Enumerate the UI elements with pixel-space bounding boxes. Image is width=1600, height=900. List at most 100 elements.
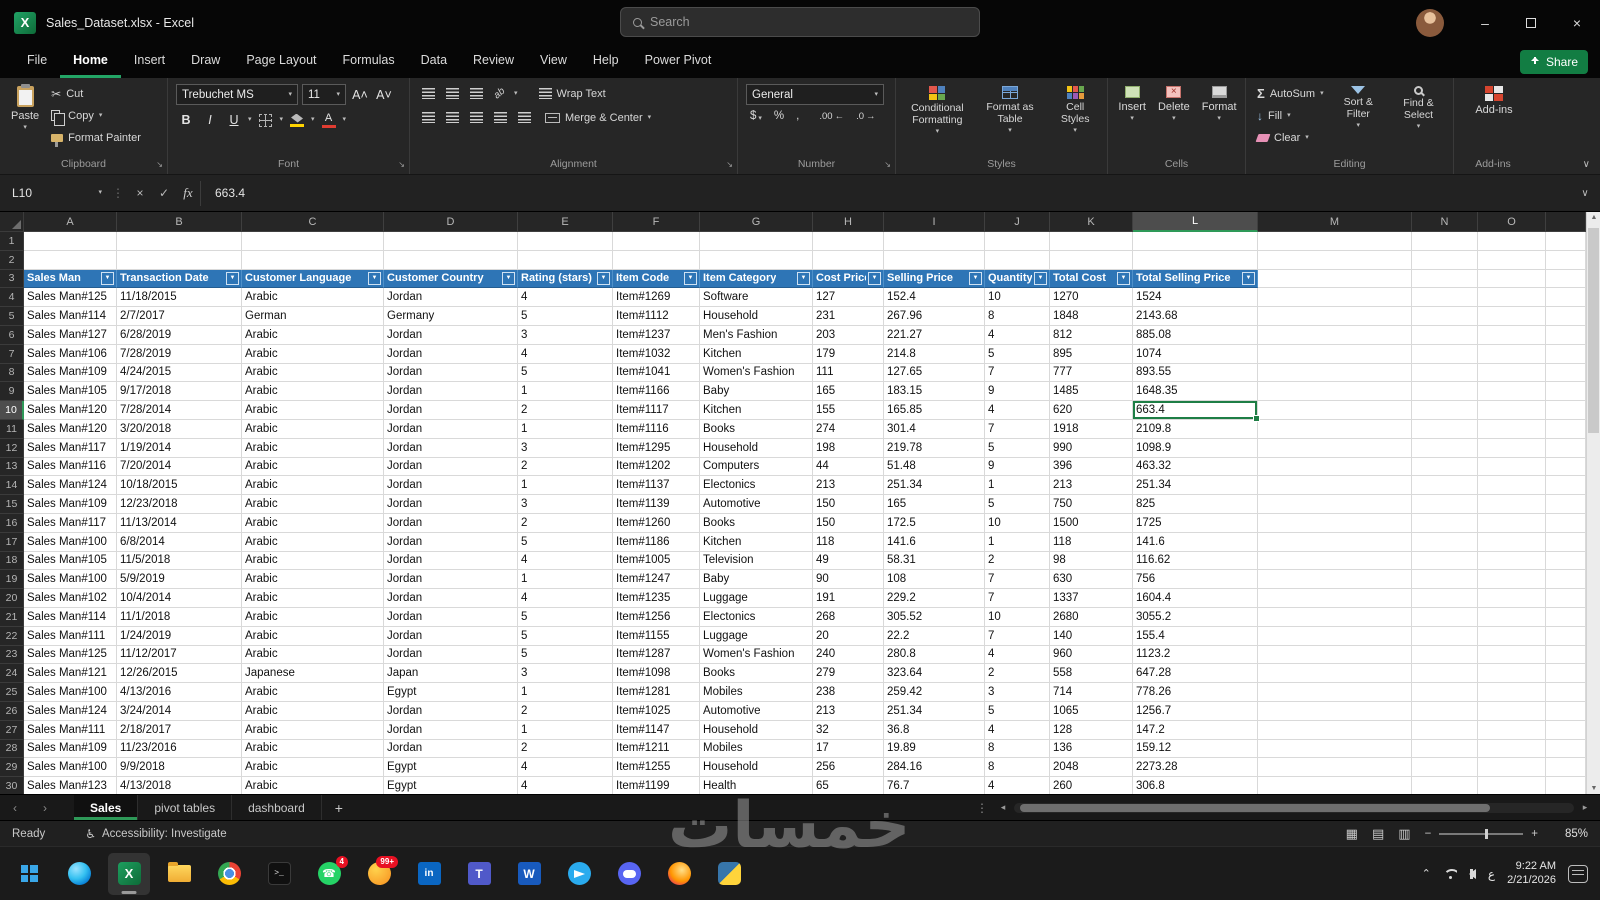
cell-E30[interactable]: 4 <box>518 777 613 794</box>
cell-D25[interactable]: Egypt <box>384 683 518 702</box>
cell-M28[interactable] <box>1258 740 1412 759</box>
cell-B22[interactable]: 1/24/2019 <box>117 627 242 646</box>
tab-file[interactable]: File <box>14 45 60 78</box>
cell-L4[interactable]: 1524 <box>1133 288 1258 307</box>
cell-H17[interactable]: 118 <box>813 533 884 552</box>
merge-center-button[interactable]: Merge & Center▾ <box>542 108 654 127</box>
italic-button[interactable]: I <box>200 110 220 130</box>
row-header-9[interactable]: 9 <box>0 382 24 401</box>
cell-B20[interactable]: 10/4/2014 <box>117 589 242 608</box>
cell-E24[interactable]: 3 <box>518 664 613 683</box>
cell-F3[interactable]: Item Code▼ <box>613 270 700 289</box>
cell-O20[interactable] <box>1478 589 1546 608</box>
cell-C24[interactable]: Japanese <box>242 664 384 683</box>
filter-button-C[interactable]: ▼ <box>368 272 381 285</box>
cell-G17[interactable]: Kitchen <box>700 533 813 552</box>
increase-font-button[interactable]: A˄ <box>350 85 370 105</box>
font-name-combo[interactable]: Trebuchet MS▾ <box>176 84 298 105</box>
cell-J23[interactable]: 4 <box>985 646 1050 665</box>
cell-H4[interactable]: 127 <box>813 288 884 307</box>
cell-O16[interactable] <box>1478 514 1546 533</box>
cell-L22[interactable]: 155.4 <box>1133 627 1258 646</box>
sheet-nav-left-icon[interactable]: ‹ <box>0 795 30 820</box>
cell-A28[interactable]: Sales Man#109 <box>24 740 117 759</box>
cell-A14[interactable]: Sales Man#124 <box>24 476 117 495</box>
cell-H5[interactable]: 231 <box>813 307 884 326</box>
cell-L9[interactable]: 1648.35 <box>1133 382 1258 401</box>
cell-M11[interactable] <box>1258 420 1412 439</box>
cell-E13[interactable]: 2 <box>518 458 613 477</box>
cell-L18[interactable]: 116.62 <box>1133 552 1258 571</box>
cell-G8[interactable]: Women's Fashion <box>700 364 813 383</box>
cell-B6[interactable]: 6/28/2019 <box>117 326 242 345</box>
cell-M26[interactable] <box>1258 702 1412 721</box>
cell-I26[interactable]: 251.34 <box>884 702 985 721</box>
filter-button-D[interactable]: ▼ <box>502 272 515 285</box>
cell-E10[interactable]: 2 <box>518 401 613 420</box>
cell-K5[interactable]: 1848 <box>1050 307 1133 326</box>
cell-M1[interactable] <box>1258 232 1412 251</box>
cell-E2[interactable] <box>518 251 613 270</box>
cell-L15[interactable]: 825 <box>1133 495 1258 514</box>
cell-F11[interactable]: Item#1116 <box>613 420 700 439</box>
cell-E8[interactable]: 5 <box>518 364 613 383</box>
cell-C17[interactable]: Arabic <box>242 533 384 552</box>
expand-formula-bar-chevron-icon[interactable]: ∨ <box>1570 188 1600 199</box>
cell-E3[interactable]: Rating (stars)▼ <box>518 270 613 289</box>
cell-J11[interactable]: 7 <box>985 420 1050 439</box>
cell-B8[interactable]: 4/24/2015 <box>117 364 242 383</box>
cell-G27[interactable]: Household <box>700 721 813 740</box>
cell-N14[interactable] <box>1412 476 1478 495</box>
cell-D30[interactable]: Egypt <box>384 777 518 794</box>
cell-K1[interactable] <box>1050 232 1133 251</box>
row-header-13[interactable]: 13 <box>0 458 24 477</box>
cell-K2[interactable] <box>1050 251 1133 270</box>
cell-F16[interactable]: Item#1260 <box>613 514 700 533</box>
cell-E9[interactable]: 1 <box>518 382 613 401</box>
notification-center-icon[interactable] <box>1568 865 1588 883</box>
cell-O8[interactable] <box>1478 364 1546 383</box>
autosum-button[interactable]: ΣAutoSum▾ <box>1254 84 1327 103</box>
cell-A9[interactable]: Sales Man#105 <box>24 382 117 401</box>
cell-J29[interactable]: 8 <box>985 758 1050 777</box>
cell-J9[interactable]: 9 <box>985 382 1050 401</box>
row-header-6[interactable]: 6 <box>0 326 24 345</box>
taskbar-chrome-icon[interactable] <box>208 853 250 895</box>
cell-K27[interactable]: 128 <box>1050 721 1133 740</box>
cell-N26[interactable] <box>1412 702 1478 721</box>
cell-O27[interactable] <box>1478 721 1546 740</box>
column-header-G[interactable]: G <box>700 212 813 232</box>
cell-K3[interactable]: Total Cost▼ <box>1050 270 1133 289</box>
zoom-level[interactable]: 85% <box>1552 828 1588 840</box>
cell-M15[interactable] <box>1258 495 1412 514</box>
cell-D10[interactable]: Jordan <box>384 401 518 420</box>
page-layout-view-button[interactable]: ▤ <box>1372 826 1384 842</box>
cell-I11[interactable]: 301.4 <box>884 420 985 439</box>
cell-A20[interactable]: Sales Man#102 <box>24 589 117 608</box>
cell-K24[interactable]: 558 <box>1050 664 1133 683</box>
cell-J17[interactable]: 1 <box>985 533 1050 552</box>
cell-E15[interactable]: 3 <box>518 495 613 514</box>
cell-P6[interactable] <box>1546 326 1586 345</box>
horizontal-scrollbar[interactable] <box>1014 803 1574 813</box>
cell-D3[interactable]: Customer Country▼ <box>384 270 518 289</box>
formula-input[interactable]: 663.4 <box>200 181 1570 206</box>
cell-I18[interactable]: 58.31 <box>884 552 985 571</box>
filter-button-B[interactable]: ▼ <box>226 272 239 285</box>
cell-E29[interactable]: 4 <box>518 758 613 777</box>
cell-F22[interactable]: Item#1155 <box>613 627 700 646</box>
cell-J25[interactable]: 3 <box>985 683 1050 702</box>
cell-A22[interactable]: Sales Man#111 <box>24 627 117 646</box>
tab-help[interactable]: Help <box>580 45 632 78</box>
cell-M22[interactable] <box>1258 627 1412 646</box>
decrease-decimal-button[interactable]: .0→ <box>852 111 879 122</box>
cell-J5[interactable]: 8 <box>985 307 1050 326</box>
cell-K9[interactable]: 1485 <box>1050 382 1133 401</box>
name-box[interactable]: L10▾ <box>6 181 108 206</box>
cell-E21[interactable]: 5 <box>518 608 613 627</box>
vertical-scrollbar[interactable]: ▲ ▼ <box>1586 212 1600 794</box>
share-button[interactable]: Share <box>1520 50 1588 74</box>
wifi-icon[interactable] <box>1443 869 1457 879</box>
cell-I12[interactable]: 219.78 <box>884 439 985 458</box>
cell-I28[interactable]: 19.89 <box>884 740 985 759</box>
